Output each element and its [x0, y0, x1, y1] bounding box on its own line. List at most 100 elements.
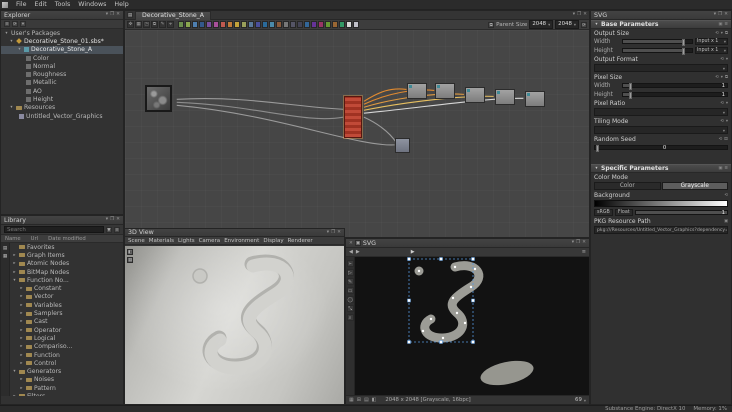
- expand-arrow-icon[interactable]: ▸: [19, 294, 24, 299]
- collapse-all-icon[interactable]: ▾: [20, 21, 26, 27]
- reset-icon[interactable]: ⟲: [715, 31, 719, 36]
- tile-toggle-icon[interactable]: ⊞: [357, 397, 361, 403]
- parent-size-height-dropdown[interactable]: 2048 ▾: [555, 20, 579, 29]
- filter-node[interactable]: [435, 83, 455, 99]
- ellipse-tool[interactable]: ◯: [346, 296, 354, 303]
- explorer-resource-child[interactable]: Untitled_Vector_Graphics: [1, 112, 123, 120]
- library-item-vector[interactable]: ▸ Vector: [10, 293, 123, 301]
- reset-icon[interactable]: ⟲: [715, 75, 719, 80]
- float-icon[interactable]: ❐: [576, 239, 580, 247]
- camera-preset-icon[interactable]: ◧: [127, 249, 133, 255]
- reset-icon[interactable]: ⟲: [720, 119, 724, 124]
- zoom-control[interactable]: 69 ▾: [575, 397, 586, 403]
- library-item-filters[interactable]: ▸ Filters: [10, 392, 123, 396]
- expand-arrow-icon[interactable]: ▸: [19, 286, 24, 291]
- height-inheritance-dropdown[interactable]: Input x 1 ▾: [695, 47, 728, 54]
- node-swatch-11[interactable]: [255, 21, 261, 28]
- library-item-noises[interactable]: ▸ Noises: [10, 376, 123, 384]
- lock-icon[interactable]: ▣: [718, 22, 722, 27]
- view3d-menu-lights[interactable]: Lights: [178, 238, 195, 244]
- channels-icon[interactable]: ▤: [364, 397, 369, 403]
- node-swatch-22[interactable]: [332, 21, 338, 28]
- library-item-control[interactable]: ▸ Control: [10, 359, 123, 367]
- sync-icon[interactable]: ⟳: [12, 21, 18, 27]
- close-tab-icon[interactable]: ✕: [349, 241, 353, 246]
- menu-edit[interactable]: Edit: [31, 0, 51, 10]
- search-options-icon[interactable]: ≡: [114, 226, 120, 233]
- node-swatch-3[interactable]: [199, 21, 205, 28]
- node-swatch-16[interactable]: [290, 21, 296, 28]
- node-swatch-18[interactable]: [304, 21, 310, 28]
- expand-arrow-icon[interactable]: ▾: [4, 31, 9, 36]
- explorer-output-metallic[interactable]: Metallic: [23, 79, 123, 87]
- view-grid-icon[interactable]: ▦: [2, 253, 8, 259]
- expand-arrow-icon[interactable]: ▸: [19, 311, 24, 316]
- chevron-down-icon[interactable]: ▾: [726, 101, 728, 106]
- expand-arrow-icon[interactable]: ▸: [19, 328, 24, 333]
- node-swatch-10[interactable]: [248, 21, 254, 28]
- view3d-menu-camera[interactable]: Camera: [199, 238, 221, 244]
- expand-arrow-icon[interactable]: ▸: [12, 394, 17, 396]
- histogram-icon[interactable]: ◧: [372, 397, 377, 403]
- lock-icon[interactable]: ▣: [718, 166, 722, 171]
- zoom-tool[interactable]: ⌕: [346, 314, 354, 321]
- expand-arrow-icon[interactable]: ▸: [12, 270, 17, 275]
- background-value-slider[interactable]: 1: [634, 210, 728, 216]
- expand-arrow-icon[interactable]: ▸: [19, 319, 24, 324]
- library-item-graph-items[interactable]: ▸ Graph Items: [10, 251, 123, 259]
- node-swatch-8[interactable]: [234, 21, 240, 28]
- grayscale-button[interactable]: Grayscale: [661, 182, 728, 190]
- expand-arrow-icon[interactable]: ▸: [19, 303, 24, 308]
- filter-node[interactable]: [407, 83, 427, 99]
- filter-node[interactable]: [465, 87, 485, 103]
- pixel-ratio-dropdown[interactable]: ▾: [594, 108, 728, 116]
- node-swatch-9[interactable]: [241, 21, 247, 28]
- library-item-bitmap-nodes[interactable]: ▸ BitMap Nodes: [10, 268, 123, 276]
- chevron-down-icon[interactable]: ▾: [721, 31, 723, 36]
- small-filter-node[interactable]: [395, 138, 410, 153]
- close-icon[interactable]: ✕: [724, 11, 728, 19]
- view3d-menu-display[interactable]: Display: [263, 238, 283, 244]
- tiling-mode-dropdown[interactable]: ▾: [594, 126, 728, 134]
- library-item-cast[interactable]: ▸ Cast: [10, 318, 123, 326]
- library-item-favorites[interactable]: Favorites: [10, 243, 123, 251]
- grid-toggle-icon[interactable]: ▦: [349, 397, 354, 403]
- width-slider[interactable]: [622, 39, 693, 46]
- library-item-constant[interactable]: ▸ Constant: [10, 284, 123, 292]
- node-swatch-17[interactable]: [297, 21, 303, 28]
- reset-icon[interactable]: ⟲: [720, 57, 724, 62]
- filter-node[interactable]: [495, 89, 515, 105]
- node-swatch-7[interactable]: [227, 21, 233, 28]
- menu-icon[interactable]: ≡: [724, 22, 728, 27]
- prev-frame-icon[interactable]: ◀: [349, 249, 353, 255]
- library-item-samplers[interactable]: ▸ Samplers: [10, 309, 123, 317]
- stone-bitmap-node[interactable]: [145, 85, 172, 112]
- float-icon[interactable]: ❐: [110, 216, 114, 224]
- explorer-output-normal[interactable]: Normal: [23, 62, 123, 70]
- filter-icon[interactable]: ≡: [4, 21, 10, 27]
- expand-arrow-icon[interactable]: ▾: [594, 22, 599, 27]
- menu-help[interactable]: Help: [110, 0, 132, 10]
- dice-icon[interactable]: ⚄: [724, 137, 728, 142]
- expand-arrow-icon[interactable]: ▸: [19, 361, 24, 366]
- node-swatch-25[interactable]: [353, 21, 359, 28]
- expand-arrow-icon[interactable]: ▸: [19, 386, 24, 391]
- toolbar-menu-icon[interactable]: ≡: [582, 249, 586, 255]
- frame-icon[interactable]: ◳: [143, 21, 150, 28]
- size-link-icon[interactable]: ⧉: [488, 21, 495, 28]
- reset-icon[interactable]: ⟲: [719, 137, 723, 142]
- float-icon[interactable]: ❐: [577, 11, 581, 19]
- close-icon[interactable]: ✕: [116, 11, 120, 19]
- node-swatch-6[interactable]: [220, 21, 226, 28]
- menu-file[interactable]: File: [12, 0, 31, 10]
- pixel-width-slider[interactable]: 1: [622, 83, 728, 90]
- rect-tool[interactable]: ▭: [346, 287, 354, 294]
- close-icon[interactable]: ✕: [337, 229, 341, 237]
- node-swatch-13[interactable]: [269, 21, 275, 28]
- expand-arrow-icon[interactable]: ▾: [594, 166, 599, 171]
- select-tool[interactable]: ➣: [346, 260, 354, 267]
- library-item-atomic-nodes[interactable]: ▸ Atomic Nodes: [10, 260, 123, 268]
- node-swatch-24[interactable]: [346, 21, 352, 28]
- node-swatch-12[interactable]: [262, 21, 268, 28]
- expand-arrow-icon[interactable]: ▸: [19, 344, 24, 349]
